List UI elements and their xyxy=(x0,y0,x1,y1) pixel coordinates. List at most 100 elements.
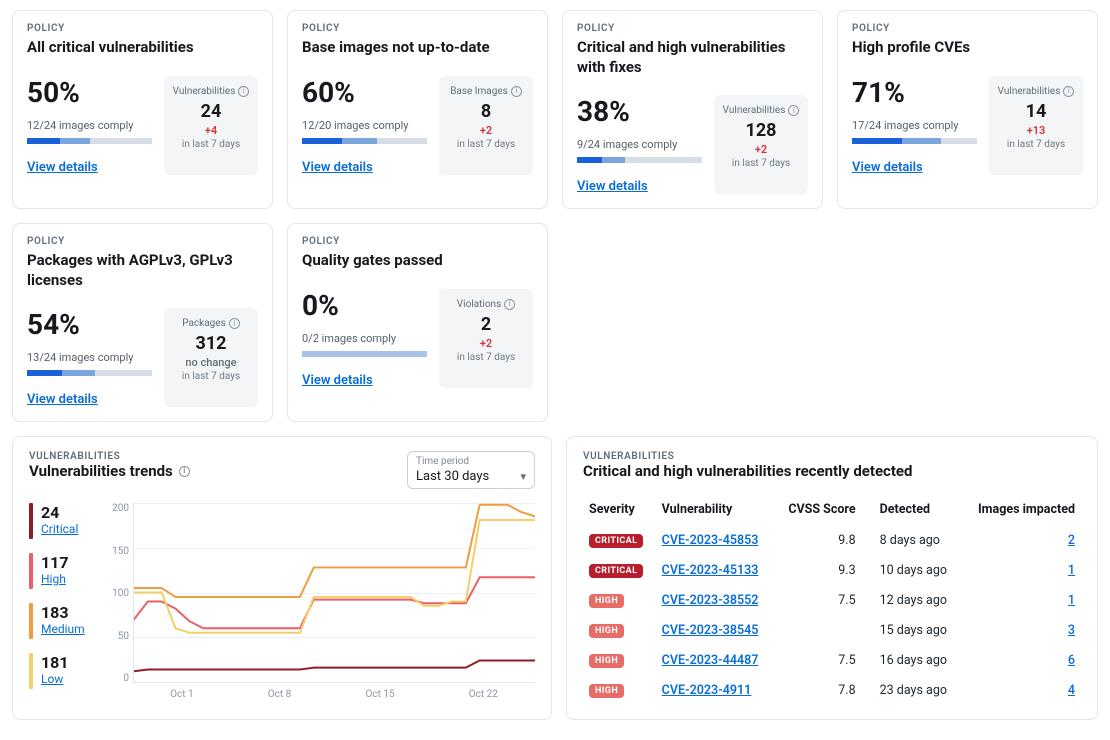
mini-subtext: in last 7 days xyxy=(722,158,800,169)
cve-link[interactable]: CVE-2023-38545 xyxy=(662,623,759,638)
legend-item-critical[interactable]: 24 Critical xyxy=(29,503,99,539)
detected-text: 10 days ago xyxy=(862,555,962,585)
eyebrow: POLICY xyxy=(852,23,1083,34)
legend-count: 117 xyxy=(41,553,69,572)
severity-badge: HIGH xyxy=(589,654,624,668)
policy-card-title: Quality gates passed xyxy=(302,251,533,271)
legend-label[interactable]: High xyxy=(41,572,69,586)
cve-link[interactable]: CVE-2023-44487 xyxy=(662,653,759,668)
legend-swatch xyxy=(29,653,33,689)
detected-text: 8 days ago xyxy=(862,525,962,555)
policy-cards-row-1: POLICY All critical vulnerabilities 50% … xyxy=(12,10,1098,209)
policy-card: POLICY Critical and high vulnerabilities… xyxy=(562,10,823,209)
view-details-link[interactable]: View details xyxy=(302,373,373,388)
compliance-percent: 38% xyxy=(577,95,702,128)
compliance-text: 12/24 images comply xyxy=(27,119,152,132)
table-row: HIGH CVE-2023-4911 7.8 23 days ago 4 xyxy=(583,675,1081,705)
col-cvss: CVSS Score xyxy=(775,494,862,525)
mini-label: Base Images i xyxy=(447,86,525,97)
compliance-bar xyxy=(302,138,427,144)
mini-count: 312 xyxy=(172,333,250,354)
vulnerabilities-trends-panel: VULNERABILITIES Vulnerabilities trends i… xyxy=(12,436,552,720)
view-details-link[interactable]: View details xyxy=(302,160,373,175)
cvss-score: 7.5 xyxy=(775,645,862,675)
mini-delta: +4 xyxy=(172,124,250,137)
policy-card: POLICY Quality gates passed 0% 0/2 image… xyxy=(287,223,548,422)
legend-swatch xyxy=(29,553,33,589)
compliance-percent: 60% xyxy=(302,76,427,109)
eyebrow: VULNERABILITIES xyxy=(29,451,190,462)
mini-subtext: in last 7 days xyxy=(997,139,1075,150)
view-details-link[interactable]: View details xyxy=(27,160,98,175)
trends-legend: 24 Critical 117 High 1 xyxy=(29,503,99,700)
legend-item-medium[interactable]: 183 Medium xyxy=(29,603,99,639)
table-row: HIGH CVE-2023-44487 7.5 16 days ago 6 xyxy=(583,645,1081,675)
severity-badge: CRITICAL xyxy=(589,534,643,548)
legend-item-high[interactable]: 117 High xyxy=(29,553,99,589)
legend-count: 183 xyxy=(41,603,85,622)
compliance-percent: 50% xyxy=(27,76,152,109)
table-row: HIGH CVE-2023-38552 7.5 12 days ago 1 xyxy=(583,585,1081,615)
policy-card-title: High profile CVEs xyxy=(852,38,1083,58)
view-details-link[interactable]: View details xyxy=(27,392,98,407)
compliance-bar xyxy=(27,138,152,144)
legend-swatch xyxy=(29,503,33,539)
x-tick: Oct 1 xyxy=(170,689,194,700)
cve-link[interactable]: CVE-2023-38552 xyxy=(662,593,759,608)
mini-label: Violations i xyxy=(447,299,525,310)
cve-link[interactable]: CVE-2023-45853 xyxy=(662,533,759,548)
info-icon[interactable]: i xyxy=(788,105,799,116)
cvss-score xyxy=(775,615,862,645)
trend-line-high xyxy=(134,577,535,628)
compliance-text: 17/24 images comply xyxy=(852,119,977,132)
cve-link[interactable]: CVE-2023-4911 xyxy=(662,683,752,698)
policy-card: POLICY Packages with AGPLv3, GPLv3 licen… xyxy=(12,223,273,422)
view-details-link[interactable]: View details xyxy=(852,160,923,175)
legend-label[interactable]: Medium xyxy=(41,622,85,636)
images-impacted-link[interactable]: 3 xyxy=(1068,623,1075,638)
panel-title: Vulnerabilities trends i xyxy=(29,462,190,480)
view-details-link[interactable]: View details xyxy=(577,179,648,194)
table-row: CRITICAL CVE-2023-45133 9.3 10 days ago … xyxy=(583,555,1081,585)
y-tick: 150 xyxy=(107,546,129,557)
mini-stats-panel: Vulnerabilities i 14 +13 in last 7 days xyxy=(989,76,1083,175)
cvss-score: 9.8 xyxy=(775,525,862,555)
info-icon[interactable]: i xyxy=(238,86,249,97)
cve-link[interactable]: CVE-2023-45133 xyxy=(662,563,759,578)
mini-delta: no change xyxy=(172,356,250,369)
images-impacted-link[interactable]: 1 xyxy=(1068,563,1075,578)
info-icon[interactable]: i xyxy=(229,318,240,329)
legend-label[interactable]: Critical xyxy=(41,522,78,536)
images-impacted-link[interactable]: 2 xyxy=(1068,533,1075,548)
policy-card-title: Packages with AGPLv3, GPLv3 licenses xyxy=(27,251,258,290)
eyebrow: POLICY xyxy=(577,23,808,34)
col-vulnerability: Vulnerability xyxy=(656,494,775,525)
time-period-dropdown[interactable]: Time period Last 30 days ▾ xyxy=(407,451,535,489)
severity-badge: CRITICAL xyxy=(589,564,643,578)
mini-stats-panel: Vulnerabilities i 24 +4 in last 7 days xyxy=(164,76,258,175)
info-icon[interactable]: i xyxy=(504,299,515,310)
info-icon[interactable]: i xyxy=(1063,86,1074,97)
info-icon[interactable]: i xyxy=(179,466,190,477)
col-images-impacted: Images impacted xyxy=(962,494,1081,525)
compliance-text: 13/24 images comply xyxy=(27,351,152,364)
detected-text: 16 days ago xyxy=(862,645,962,675)
images-impacted-link[interactable]: 1 xyxy=(1068,593,1075,608)
bottom-panels: VULNERABILITIES Vulnerabilities trends i… xyxy=(12,436,1098,720)
severity-badge: HIGH xyxy=(589,684,624,698)
compliance-bar xyxy=(852,138,977,144)
images-impacted-link[interactable]: 4 xyxy=(1068,683,1075,698)
images-impacted-link[interactable]: 6 xyxy=(1068,653,1075,668)
legend-item-low[interactable]: 181 Low xyxy=(29,653,99,689)
eyebrow: POLICY xyxy=(302,23,533,34)
mini-count: 24 xyxy=(172,101,250,122)
detected-text: 23 days ago xyxy=(862,675,962,705)
mini-count: 128 xyxy=(722,120,800,141)
mini-delta: +13 xyxy=(997,124,1075,137)
trend-line-low xyxy=(134,520,535,633)
info-icon[interactable]: i xyxy=(511,86,522,97)
legend-label[interactable]: Low xyxy=(41,672,69,686)
x-tick: Oct 22 xyxy=(469,689,498,700)
mini-label: Vulnerabilities i xyxy=(172,86,250,97)
legend-swatch xyxy=(29,603,33,639)
